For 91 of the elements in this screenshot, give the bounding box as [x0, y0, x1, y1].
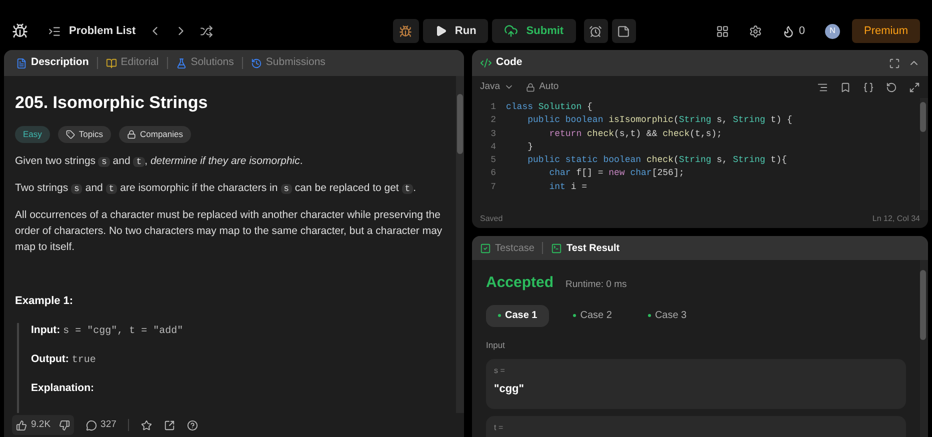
panel-tab[interactable]: Solutions: [172, 55, 238, 71]
verdict: Accepted: [486, 273, 554, 293]
problem-list-button[interactable]: Problem List: [48, 22, 136, 40]
code-line: return check(s,t) && check(t,s);: [548, 128, 722, 141]
scrollbar-thumb[interactable]: [457, 94, 463, 154]
line-number: 6: [490, 167, 497, 180]
panel-tab[interactable]: Submissions: [246, 55, 330, 71]
comment-icon: [86, 420, 97, 430]
input-label: Input: [486, 338, 506, 352]
param-value: "cgg": [494, 382, 524, 398]
code-line: }: [526, 140, 534, 154]
panel-tab[interactable]: Description: [12, 55, 93, 71]
cursor-position: Ln 12, Col 34: [872, 213, 920, 225]
lock-icon: [127, 130, 136, 138]
runtime: Runtime: 0 ms: [566, 278, 627, 292]
difficulty-badge[interactable]: Easy: [15, 126, 50, 142]
braces-icon[interactable]: [863, 82, 874, 92]
code-line: public static boolean check(String s, String t){: [526, 154, 787, 168]
mode-label[interactable]: Auto: [526, 80, 559, 94]
play-icon: [434, 25, 447, 37]
submit-button[interactable]: Submit: [492, 19, 576, 43]
scrollbar-thumb[interactable]: [920, 270, 926, 340]
bug-icon: [399, 24, 412, 38]
comments-button[interactable]: 327: [86, 418, 116, 432]
panel-tab[interactable]: Test Result: [551, 240, 620, 256]
case-tab[interactable]: Case 3: [636, 304, 699, 326]
panel-tab[interactable]: Testcase: [480, 240, 534, 256]
thumbs-up-icon: [16, 420, 27, 430]
notes-button[interactable]: [612, 19, 636, 43]
code-line: int i =: [548, 180, 588, 194]
tag-chip[interactable]: Companies: [119, 126, 191, 142]
panel-tab[interactable]: Editorial: [102, 55, 163, 71]
share-icon[interactable]: [164, 420, 176, 430]
bookmark-icon[interactable]: [840, 82, 851, 92]
example-input-text: Input: s = "cgg", t = "add": [31, 323, 184, 339]
shuffle-icon[interactable]: [200, 24, 213, 38]
premium-button[interactable]: Premium: [852, 19, 920, 43]
tab-icon: [106, 58, 117, 68]
description-paragraph: Two strings s and t are isomorphic if the characters in s can be replaced to get t .: [15, 180, 418, 196]
alarm-clock-icon: [589, 24, 602, 38]
line-number: 5: [490, 154, 497, 168]
tag-icon: [66, 130, 75, 138]
debug-button[interactable]: [392, 19, 419, 43]
case-tab[interactable]: Case 1: [486, 304, 550, 326]
note-icon: [617, 24, 630, 38]
code-icon: [480, 57, 492, 69]
help-icon[interactable]: [187, 420, 198, 430]
like-button[interactable]: 9.2K: [12, 418, 55, 432]
problem-title: 205. Isomorphic Strings: [15, 92, 209, 114]
tab-icon: [176, 58, 187, 68]
star-icon[interactable]: [141, 420, 152, 430]
format-icon[interactable]: [817, 82, 828, 92]
code-line: char f[] = new char[256];: [548, 167, 684, 180]
example-output-text: Output: true: [31, 352, 97, 368]
terminal-icon: [551, 242, 562, 254]
description-paragraph: Given two strings s and t , determine if they are isomorphic.: [15, 154, 304, 168]
case-tab[interactable]: Case 2: [561, 304, 624, 326]
cloud-upload-icon: [504, 24, 518, 38]
streak-counter[interactable]: 0: [782, 22, 805, 40]
line-number: 2: [490, 114, 497, 128]
fullscreen-icon[interactable]: [889, 58, 900, 68]
logo-icon[interactable]: [12, 23, 28, 39]
code-line: class Solution {: [506, 101, 592, 114]
timer-button[interactable]: [584, 19, 608, 43]
language-select[interactable]: Java: [480, 80, 514, 94]
lock-icon: [526, 82, 536, 92]
save-status: Saved: [480, 213, 503, 225]
param-name: s =: [494, 365, 505, 378]
tab-icon: [16, 58, 27, 68]
list-icon: [48, 24, 61, 38]
scrollbar-thumb[interactable]: [920, 102, 926, 132]
checkbox-icon: [480, 242, 491, 254]
example-explanation-label: Explanation:: [31, 381, 96, 396]
line-number: 4: [490, 140, 497, 154]
line-number: 1: [490, 101, 497, 114]
code-line: public boolean isIsomorphic(String s, String t) {: [526, 114, 792, 128]
tab-icon: [250, 58, 262, 68]
line-number: 3: [490, 128, 497, 141]
run-button[interactable]: Run: [422, 19, 488, 43]
example-heading: Example 1:: [15, 294, 74, 308]
code-panel-title: Code: [480, 55, 522, 71]
reset-icon[interactable]: [886, 82, 897, 92]
tag-chip[interactable]: Topics: [58, 126, 111, 142]
thumbs-down-icon: [58, 420, 70, 430]
expand-icon[interactable]: [909, 82, 920, 92]
description-paragraph: All occurrences of a character must be replaced with another character while preserving the order of characters. No two characters may map to the same character, but a character may map to itself.: [15, 208, 444, 254]
flame-icon: [782, 24, 795, 38]
param-name: t =: [494, 422, 504, 434]
grid-icon[interactable]: [716, 24, 729, 38]
line-number: 7: [490, 180, 497, 194]
settings-icon[interactable]: [748, 24, 762, 38]
